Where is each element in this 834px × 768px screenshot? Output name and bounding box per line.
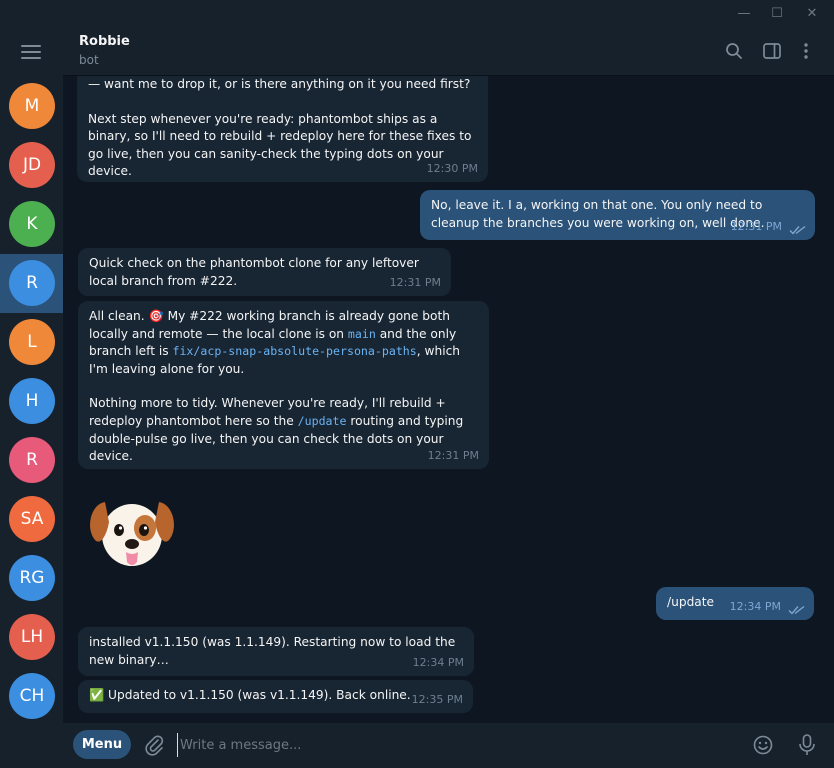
chat-title[interactable]: Robbie	[79, 34, 130, 49]
message-text: ✅ Updated to v1.1.150 (was v1.1.149). Ba…	[89, 688, 411, 702]
avatar: R	[9, 260, 55, 306]
message-composer: Menu	[63, 723, 834, 768]
chat-list-item[interactable]: SA	[0, 490, 63, 549]
attach-icon[interactable]	[143, 734, 165, 756]
window-titlebar: — ☐ ✕	[0, 0, 834, 28]
more-vertical-icon[interactable]	[795, 40, 817, 62]
message-outgoing: No, leave it. I a, working on that one. …	[420, 190, 815, 240]
chat-list-item[interactable]: R	[0, 254, 63, 313]
message-incoming: All clean. 🎯 My #222 working branch is a…	[78, 301, 489, 469]
avatar: JD	[9, 142, 55, 188]
message-time: 12:31 PM	[730, 220, 782, 234]
message-input[interactable]	[177, 733, 737, 757]
check-mark-emoji-icon: ✅	[89, 688, 105, 702]
message-incoming: installed v1.1.150 (was 1.1.149). Restar…	[78, 627, 474, 676]
message-time: 12:34 PM	[412, 656, 464, 670]
puppy-sticker-icon[interactable]	[87, 490, 177, 572]
read-double-check-icon	[789, 225, 806, 235]
avatar: R	[9, 437, 55, 483]
maximize-button[interactable]: ☐	[767, 4, 787, 24]
chat-list-item[interactable]: H	[0, 372, 63, 431]
chat-list-item[interactable]: CH	[0, 667, 63, 726]
chat-status: bot	[79, 53, 99, 67]
chat-list-sidebar: M JD K R L H R SA RG LH CH	[0, 28, 63, 768]
minimize-button[interactable]: —	[734, 4, 754, 24]
message-time: 12:30 PM	[426, 162, 478, 176]
chat-list-item[interactable]: R	[0, 431, 63, 490]
avatar: LH	[9, 614, 55, 660]
avatar: SA	[9, 496, 55, 542]
microphone-icon[interactable]	[796, 733, 818, 757]
message-time: 12:31 PM	[389, 276, 441, 290]
hamburger-menu-icon[interactable]	[21, 45, 41, 59]
message-incoming: Quick check on the phantombot clone for …	[78, 248, 451, 296]
message-text: All clean. 🎯 My #222 working branch is a…	[89, 309, 461, 376]
read-double-check-icon	[788, 605, 805, 615]
inline-code[interactable]: fix/acp-snap-absolute-persona-paths	[172, 344, 416, 358]
target-emoji-icon: 🎯	[148, 309, 164, 323]
chat-list-item[interactable]: LH	[0, 608, 63, 667]
message-incoming: — want me to drop it, or is there anythi…	[77, 76, 488, 182]
message-text: Quick check on the phantombot clone for …	[89, 256, 419, 288]
close-button[interactable]: ✕	[802, 4, 822, 24]
chat-list-item[interactable]: M	[0, 77, 63, 136]
message-time: 12:31 PM	[427, 449, 479, 463]
chat-list-item[interactable]: RG	[0, 549, 63, 608]
message-incoming: ✅ Updated to v1.1.150 (was v1.1.149). Ba…	[78, 680, 473, 713]
chat-header: Robbie bot	[63, 28, 834, 76]
chat-list-item[interactable]: JD	[0, 136, 63, 195]
chat-list-item[interactable]: L	[0, 313, 63, 372]
message-text: installed v1.1.150 (was 1.1.149). Restar…	[89, 635, 456, 667]
inline-code[interactable]: main	[348, 327, 376, 341]
message-time: 12:35 PM	[411, 693, 463, 707]
sidebar-panel-icon[interactable]	[761, 40, 783, 62]
search-icon[interactable]	[723, 40, 745, 62]
avatar: RG	[9, 555, 55, 601]
avatar: L	[9, 319, 55, 365]
avatar: H	[9, 378, 55, 424]
inline-code[interactable]: /update	[298, 414, 347, 428]
bot-menu-button[interactable]: Menu	[73, 730, 131, 759]
message-text: Nothing more to tidy. Whenever you're re…	[89, 396, 464, 464]
message-history[interactable]: — want me to drop it, or is there anythi…	[63, 76, 834, 723]
avatar: M	[9, 83, 55, 129]
avatar: K	[9, 201, 55, 247]
emoji-icon[interactable]	[752, 734, 774, 756]
message-outgoing: /update 12:34 PM	[656, 587, 814, 620]
message-text: — want me to drop it, or is there anythi…	[88, 77, 471, 91]
avatar: CH	[9, 673, 55, 719]
message-text: Next step whenever you're ready: phantom…	[88, 111, 472, 179]
message-time: 12:34 PM	[729, 600, 781, 614]
chat-list-item[interactable]: K	[0, 195, 63, 254]
